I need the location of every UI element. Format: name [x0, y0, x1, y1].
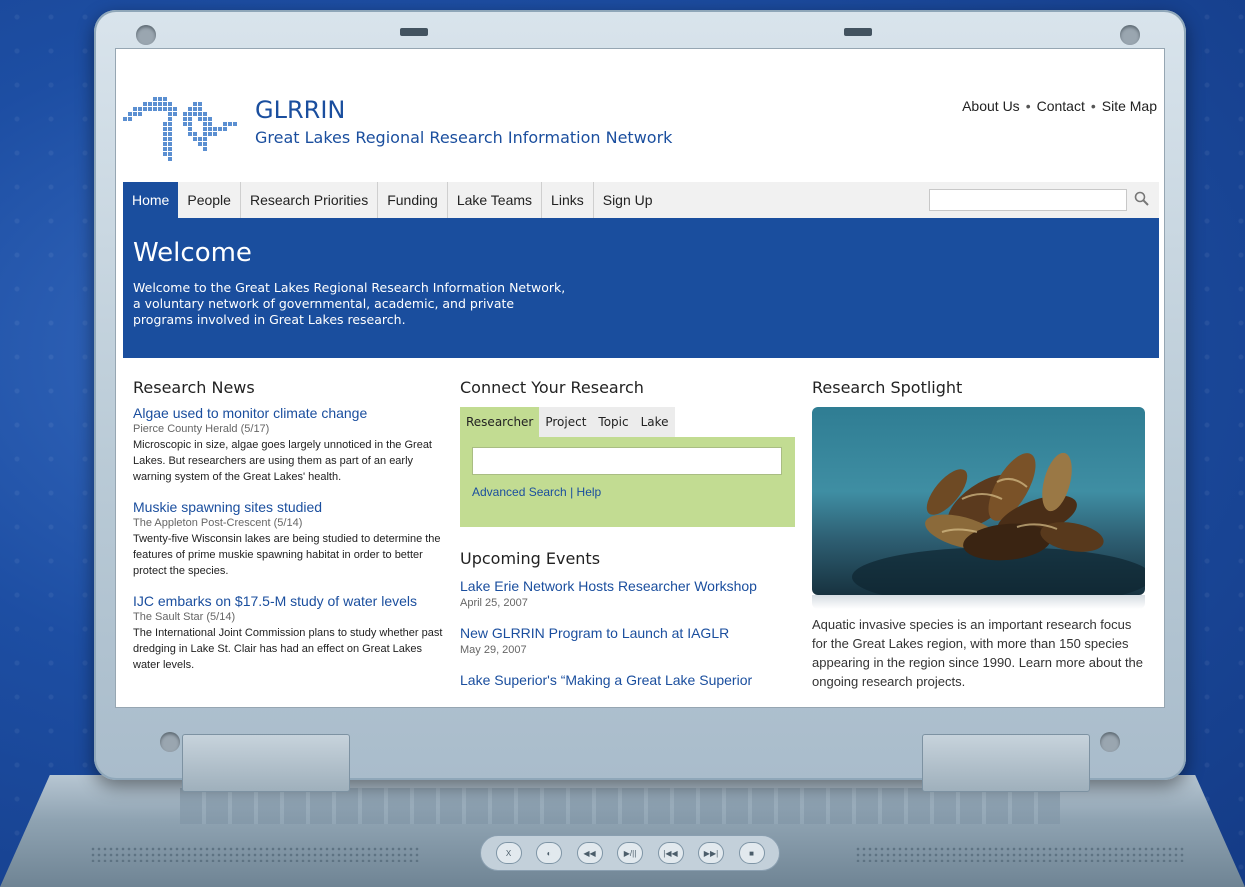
volume-button[interactable]: ◐ — [536, 842, 562, 864]
bezel-dot-right — [1100, 732, 1120, 752]
event-date: May 29, 2007 — [460, 644, 527, 656]
research-spotlight-column: Research Spotlight Aquatic invasive spec… — [812, 378, 1147, 691]
search-icon[interactable] — [1133, 190, 1151, 208]
utility-links: About Us • Contact • Site Map — [962, 98, 1157, 114]
contact-link[interactable]: Contact — [1037, 98, 1085, 114]
spotlight-heading: Research Spotlight — [812, 378, 963, 397]
next-button[interactable]: ▶▶| — [698, 842, 724, 864]
welcome-heading: Welcome — [133, 238, 252, 268]
news-item: IJC embarks on $17.5-M study of water le… — [133, 593, 443, 673]
lid-latch-left — [400, 28, 428, 36]
event-item: New GLRRIN Program to Launch at IAGLR Ma… — [460, 625, 795, 656]
connect-search-input[interactable] — [472, 447, 782, 475]
connect-search-panel: Advanced Search | Help — [460, 437, 795, 527]
tab-researcher[interactable]: Researcher — [460, 407, 540, 437]
nav-funding[interactable]: Funding — [378, 182, 448, 218]
site-subtitle: Great Lakes Regional Research Informatio… — [255, 128, 673, 147]
connect-heading: Connect Your Research — [460, 378, 644, 397]
website-screen: GLRRIN Great Lakes Regional Research Inf… — [115, 48, 1165, 708]
play-pause-button[interactable]: ▶/|| — [617, 842, 643, 864]
news-source: The Sault Star (5/14) — [133, 611, 236, 623]
event-item: Lake Superior's “Making a Great Lake Sup… — [460, 672, 795, 688]
news-source: The Appleton Post-Crescent (5/14) — [133, 517, 303, 529]
news-source: Pierce County Herald (5/17) — [133, 423, 270, 435]
stop-button[interactable]: ■ — [738, 842, 765, 864]
great-lakes-logo-icon — [123, 97, 237, 161]
mute-button[interactable]: X — [495, 842, 522, 864]
advanced-search-link[interactable]: Advanced Search — [472, 485, 567, 499]
bezel-dot-left — [160, 732, 180, 752]
news-title-link[interactable]: Muskie spawning sites studied — [133, 499, 443, 515]
welcome-text: Welcome to the Great Lakes Regional Rese… — [133, 280, 566, 327]
main-nav: Home People Research Priorities Funding … — [123, 182, 1159, 218]
news-summary: Microscopic in size, algae goes largely … — [133, 439, 432, 483]
welcome-banner: Welcome Welcome to the Great Lakes Regio… — [123, 218, 1159, 358]
media-control-strip: X ◐ ◀◀ ▶/|| |◀◀ ▶▶| ■ — [480, 835, 780, 871]
nav-home[interactable]: Home — [123, 182, 179, 218]
lid-latch-right — [844, 28, 872, 36]
event-title-link[interactable]: New GLRRIN Program to Launch at IAGLR — [460, 625, 795, 641]
site-title[interactable]: GLRRIN — [255, 96, 345, 124]
left-speaker-grille — [90, 846, 420, 862]
event-date: April 25, 2007 — [460, 597, 528, 609]
research-news-column: Research News Algae used to monitor clim… — [133, 378, 443, 673]
help-link[interactable]: Help — [577, 485, 602, 499]
news-summary: Twenty-five Wisconsin lakes are being st… — [133, 533, 441, 577]
spotlight-text: Aquatic invasive species is an important… — [812, 617, 1144, 689]
bullet-separator: • — [1025, 98, 1031, 114]
camera-dot-left — [136, 25, 156, 45]
news-item: Algae used to monitor climate change Pie… — [133, 405, 443, 485]
nav-research-priorities[interactable]: Research Priorities — [241, 182, 379, 218]
news-title-link[interactable]: IJC embarks on $17.5-M study of water le… — [133, 593, 443, 609]
connect-tabs: Researcher Project Topic Lake — [460, 407, 795, 437]
about-us-link[interactable]: About Us — [962, 98, 1020, 114]
previous-button[interactable]: |◀◀ — [657, 842, 684, 864]
research-news-heading: Research News — [133, 378, 255, 397]
events-heading: Upcoming Events — [460, 549, 601, 568]
hinge-right — [922, 734, 1090, 792]
nav-sign-up[interactable]: Sign Up — [594, 182, 662, 218]
connect-research-column: Connect Your Research Researcher Project… — [460, 378, 795, 691]
tab-topic[interactable]: Topic — [592, 407, 635, 437]
laptop-keyboard-edge — [180, 788, 1060, 824]
event-title-link[interactable]: Lake Erie Network Hosts Researcher Works… — [460, 578, 795, 594]
connect-links: Advanced Search | Help — [472, 485, 601, 499]
bullet-separator: • — [1090, 98, 1096, 114]
tab-project[interactable]: Project — [539, 407, 593, 437]
site-header: GLRRIN Great Lakes Regional Research Inf… — [115, 48, 1165, 178]
mussel-cluster-image — [852, 452, 1145, 595]
nav-lake-teams[interactable]: Lake Teams — [448, 182, 543, 218]
tab-lake[interactable]: Lake — [634, 407, 675, 437]
photo-reflection — [812, 595, 1145, 609]
rewind-button[interactable]: ◀◀ — [576, 842, 603, 864]
site-search-input[interactable] — [929, 189, 1127, 211]
news-title-link[interactable]: Algae used to monitor climate change — [133, 405, 443, 421]
event-item: Lake Erie Network Hosts Researcher Works… — [460, 578, 795, 609]
zebra-mussels-photo[interactable] — [812, 407, 1145, 595]
news-item: Muskie spawning sites studied The Applet… — [133, 499, 443, 579]
right-speaker-grille — [855, 846, 1185, 862]
nav-links[interactable]: Links — [542, 182, 594, 218]
upcoming-events: Upcoming Events Lake Erie Network Hosts … — [460, 549, 795, 688]
camera-dot-right — [1120, 25, 1140, 45]
nav-people[interactable]: People — [178, 182, 241, 218]
hinge-left — [182, 734, 350, 792]
site-map-link[interactable]: Site Map — [1102, 98, 1157, 114]
news-summary: The International Joint Commission plans… — [133, 627, 443, 671]
event-title-link[interactable]: Lake Superior's “Making a Great Lake Sup… — [460, 672, 795, 688]
